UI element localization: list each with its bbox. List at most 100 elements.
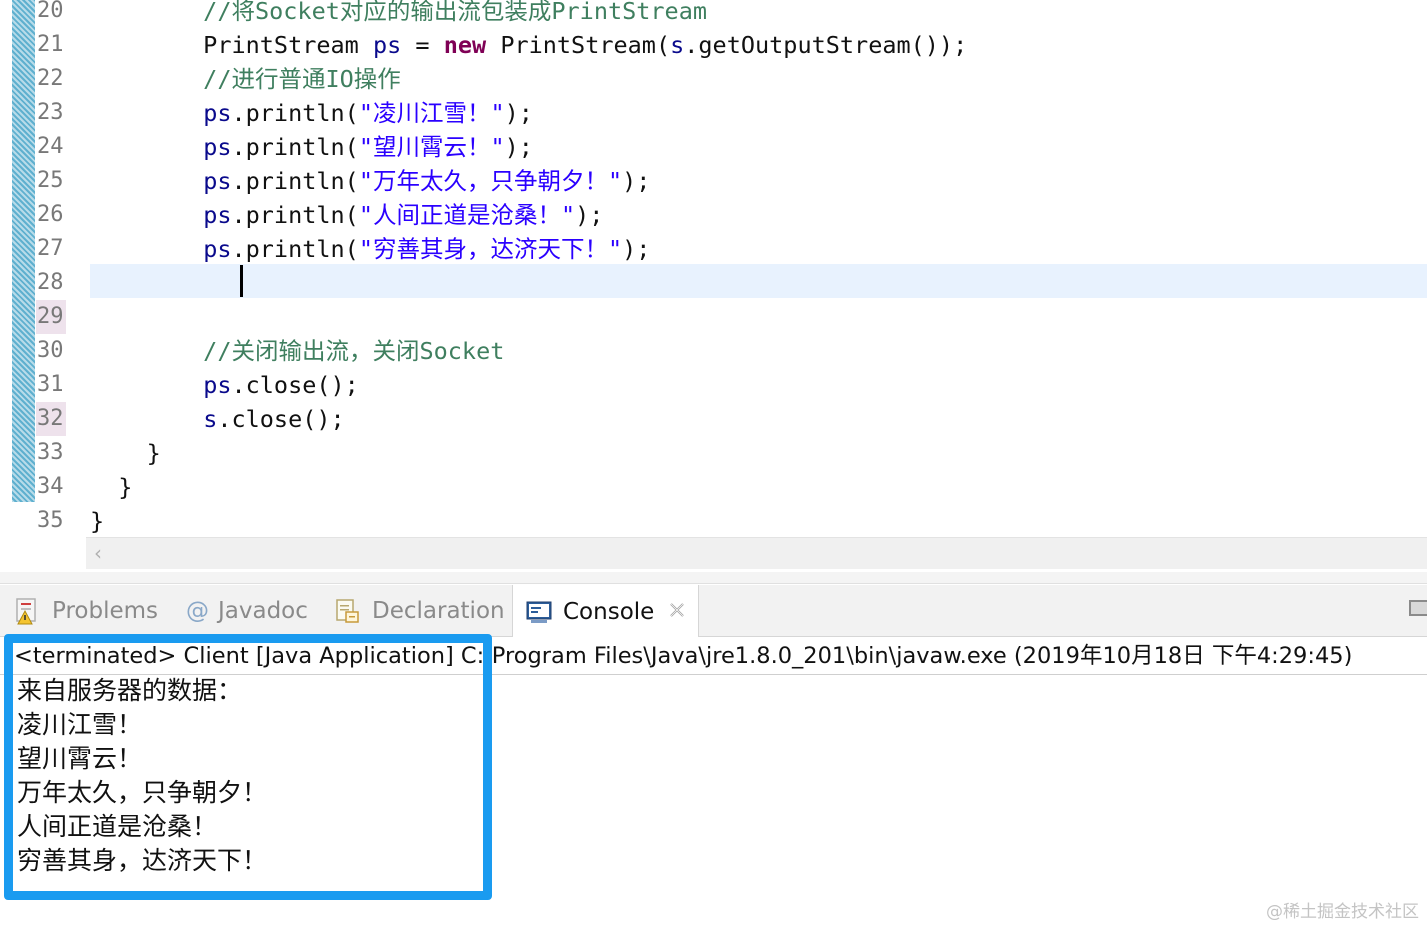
code-token: ps: [203, 371, 232, 399]
code-line[interactable]: [90, 300, 967, 334]
code-token: );: [504, 133, 533, 161]
terminated-process-label: <terminated> Client [Java Application] C…: [14, 643, 1353, 669]
close-icon[interactable]: [668, 599, 686, 625]
line-number: 30: [37, 338, 64, 363]
code-token: ps: [203, 99, 232, 127]
line-number: 25: [37, 168, 64, 193]
code-token: .println(: [231, 133, 359, 161]
console-icon: [525, 598, 553, 626]
line-number: 27: [37, 236, 64, 261]
horizontal-scrollbar[interactable]: ‹: [86, 537, 1427, 569]
code-area[interactable]: //将Socket对应的输出流包装成PrintStream PrintStrea…: [90, 0, 967, 538]
code-token: .println(: [231, 99, 359, 127]
code-line[interactable]: ps.println("穷善其身，达济天下！");: [90, 232, 967, 266]
code-line[interactable]: PrintStream ps = new PrintStream(s.getOu…: [90, 28, 967, 62]
tab-console[interactable]: Console: [512, 585, 700, 638]
watermark: @稀土掘金技术社区: [1266, 902, 1419, 922]
at-sign-icon: @: [186, 598, 209, 624]
code-line[interactable]: }: [90, 470, 967, 504]
code-line[interactable]: }: [90, 436, 967, 470]
text-caret: [240, 265, 243, 297]
code-token: //关闭输出流，关闭Socket: [90, 337, 505, 365]
line-number: 23: [37, 100, 64, 125]
line-number: 20: [37, 0, 64, 23]
code-token: "凌川江雪！": [358, 99, 505, 127]
problems-icon: [14, 597, 42, 625]
console-output[interactable]: 来自服务器的数据： 凌川江雪！ 望川霄云！ 万年太久，只争朝夕！ 人间正道是沧桑！ 穷善其…: [17, 674, 267, 878]
line-number: 22: [37, 66, 64, 91]
code-token: );: [622, 167, 651, 195]
code-line[interactable]: s.close();: [90, 402, 967, 436]
code-token: }: [90, 439, 161, 467]
console-output-line: 望川霄云！: [17, 744, 143, 773]
code-line[interactable]: ps.println("人间正道是沧桑！");: [90, 198, 967, 232]
code-token: }: [90, 473, 133, 501]
code-token: .close();: [231, 371, 359, 399]
panel-tab-bar: Problems @ Javadoc Declaration Console: [0, 585, 1427, 638]
console-output-line: 人间正道是沧桑！: [17, 812, 218, 841]
line-number: 24: [37, 134, 64, 159]
code-line[interactable]: //将Socket对应的输出流包装成PrintStream: [90, 0, 967, 28]
code-token: "穷善其身，达济天下！": [358, 235, 623, 263]
code-token: //进行普通IO操作: [90, 65, 401, 93]
declaration-icon: [334, 597, 362, 625]
code-token: .println(: [231, 201, 359, 229]
line-number: 32: [36, 402, 66, 436]
line-number: 21: [37, 32, 64, 57]
tab-declaration[interactable]: Declaration: [334, 585, 505, 637]
code-token: s: [670, 31, 685, 59]
tab-problems[interactable]: Problems: [14, 585, 158, 637]
code-token: =: [401, 31, 444, 59]
line-number: 31: [37, 372, 64, 397]
code-line[interactable]: ps.println("凌川江雪！");: [90, 96, 967, 130]
code-token: }: [90, 507, 105, 535]
change-ruler: [12, 0, 35, 502]
tab-problems-label: Problems: [52, 598, 159, 624]
line-number-gutter: 20 21 22 23 24 25 26 27 28 29 30 31 32 33 34 35: [36, 0, 86, 538]
code-token: );: [504, 99, 533, 127]
console-output-line: 万年太久，只争朝夕！: [17, 778, 268, 807]
code-token: );: [575, 201, 604, 229]
code-token: "万年太久，只争朝夕！": [358, 167, 623, 195]
console-output-line: 穷善其身，达济天下！: [17, 846, 268, 875]
console-process-header: <terminated> Client [Java Application] C…: [0, 637, 1427, 675]
code-line[interactable]: ps.close();: [90, 368, 967, 402]
code-line[interactable]: [90, 266, 967, 300]
code-token: .close();: [217, 405, 345, 433]
code-token: ps: [372, 31, 402, 59]
line-number: 34: [37, 474, 64, 499]
line-number: 35: [37, 508, 64, 533]
code-line[interactable]: }: [90, 504, 967, 538]
line-number: 26: [37, 202, 64, 227]
code-token: .getOutputStream());: [684, 31, 968, 59]
code-line[interactable]: //关闭输出流，关闭Socket: [90, 334, 967, 368]
tab-javadoc[interactable]: @ Javadoc: [186, 585, 308, 637]
code-token: //将Socket对应的输出流包装成PrintStream: [90, 0, 708, 25]
code-line[interactable]: //进行普通IO操作: [90, 62, 967, 96]
line-number: 29: [36, 300, 66, 334]
code-editor[interactable]: 20 21 22 23 24 25 26 27 28 29 30 31 32 33 34 35 //将Sock…: [0, 0, 1427, 572]
code-line[interactable]: ps.println("万年太久，只争朝夕！");: [90, 164, 967, 198]
console-view[interactable]: <terminated> Client [Java Application] C…: [0, 637, 1427, 928]
code-token: PrintStream: [90, 31, 373, 59]
console-output-line: 凌川江雪！: [17, 710, 143, 739]
code-token: );: [622, 235, 651, 263]
minimize-panel-button[interactable]: [1409, 600, 1427, 616]
code-token: PrintStream(: [486, 31, 671, 59]
code-token: new: [443, 31, 487, 59]
line-number: 33: [37, 440, 64, 465]
code-token: ps: [203, 235, 232, 263]
code-token: .println(: [231, 235, 359, 263]
tab-console-label: Console: [563, 598, 655, 625]
tab-javadoc-label: Javadoc: [218, 598, 308, 624]
scroll-left-icon[interactable]: ‹: [94, 541, 102, 565]
panel-separator: [0, 572, 1427, 584]
code-line[interactable]: ps.println("望川霄云！");: [90, 130, 967, 164]
